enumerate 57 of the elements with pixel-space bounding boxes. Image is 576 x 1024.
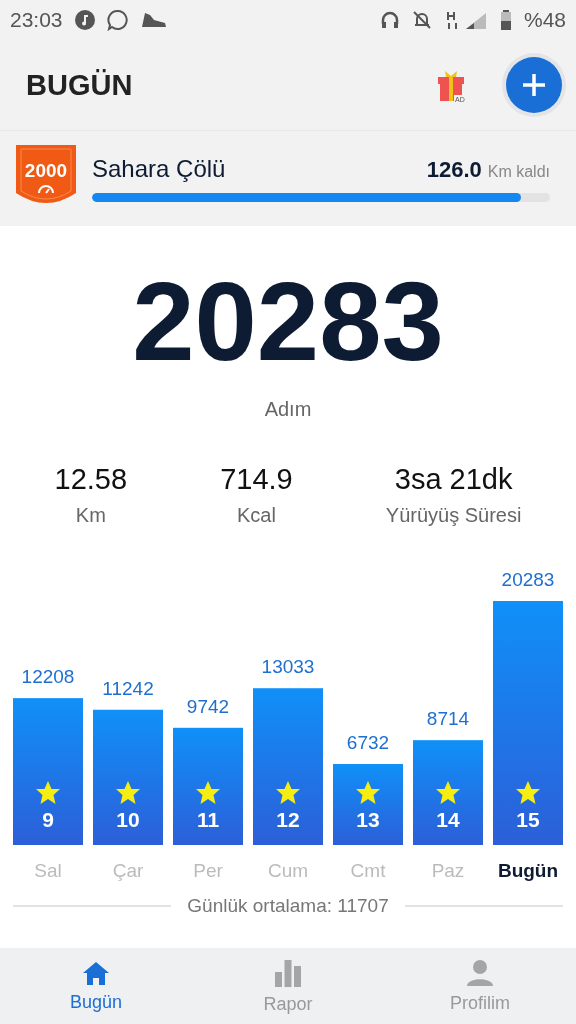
day-label: Çar	[112, 860, 144, 881]
star-count-label: 14	[436, 808, 460, 831]
step-label: Adım	[264, 398, 312, 420]
stat-label: Yürüyüş Süresi	[385, 504, 522, 527]
battery-percent: %48	[523, 8, 566, 32]
day-label: Per	[193, 860, 223, 881]
bar-value: 6732	[346, 732, 390, 753]
bar-value: 8714	[426, 708, 470, 730]
remaining-unit: Km kaldı	[487, 163, 550, 181]
daily-average: Günlük ortalama: 11707	[187, 895, 389, 917]
day-label: Bugün	[497, 860, 559, 881]
bar-value: 12208	[21, 666, 75, 688]
star-icon	[196, 781, 220, 804]
bar-value: 9742	[186, 695, 230, 717]
shoe-icon	[140, 11, 167, 29]
battery-icon	[499, 10, 512, 30]
headphones-icon	[379, 10, 400, 30]
person-icon	[466, 958, 494, 987]
star-count-label: 10	[116, 808, 140, 831]
day-label: Paz	[431, 860, 465, 881]
star-count-label: 15	[516, 808, 540, 831]
day-label: Sal	[34, 860, 62, 881]
page-title: BUGÜN	[26, 68, 134, 102]
bar-value: 13033	[261, 656, 315, 678]
remaining-distance: 126.0	[426, 157, 482, 183]
chat-icon	[106, 9, 129, 31]
stat-value: 12.58	[54, 463, 128, 496]
star-icon	[116, 781, 140, 804]
bar-value: 20283	[501, 569, 555, 590]
home-icon	[82, 959, 110, 986]
stat-label: Km	[75, 504, 106, 527]
stat-value: 3sa 21dk	[394, 463, 513, 496]
nav-tab[interactable]: Bugün	[0, 948, 192, 1024]
stat-value: 714.9	[220, 463, 293, 496]
star-count-label: 9	[42, 808, 54, 831]
plus-icon	[521, 72, 547, 98]
step-count: 20283	[132, 259, 444, 384]
day-label: Cmt	[350, 860, 386, 881]
add-button[interactable]	[506, 57, 562, 113]
stat-label: Kcal	[237, 504, 276, 527]
challenge-name: Sahara Çölü	[92, 155, 227, 183]
star-icon	[436, 781, 460, 804]
status-time: 23:03	[10, 8, 63, 32]
star-count-label: 12	[276, 808, 300, 831]
star-count-label: 11	[196, 808, 220, 831]
nav-tab[interactable]: Profilim	[384, 948, 576, 1024]
day-label: Cum	[267, 860, 309, 881]
star-icon	[36, 781, 60, 804]
star-icon	[276, 781, 300, 804]
star-icon	[356, 781, 380, 804]
star-count-label: 13	[356, 808, 380, 831]
bell-off-icon	[411, 10, 432, 30]
nav-tab[interactable]: Rapor	[192, 948, 384, 1024]
music-icon	[74, 10, 95, 30]
bar-value: 11242	[102, 677, 154, 699]
bar-chart-icon	[274, 957, 302, 988]
star-icon	[516, 781, 540, 804]
